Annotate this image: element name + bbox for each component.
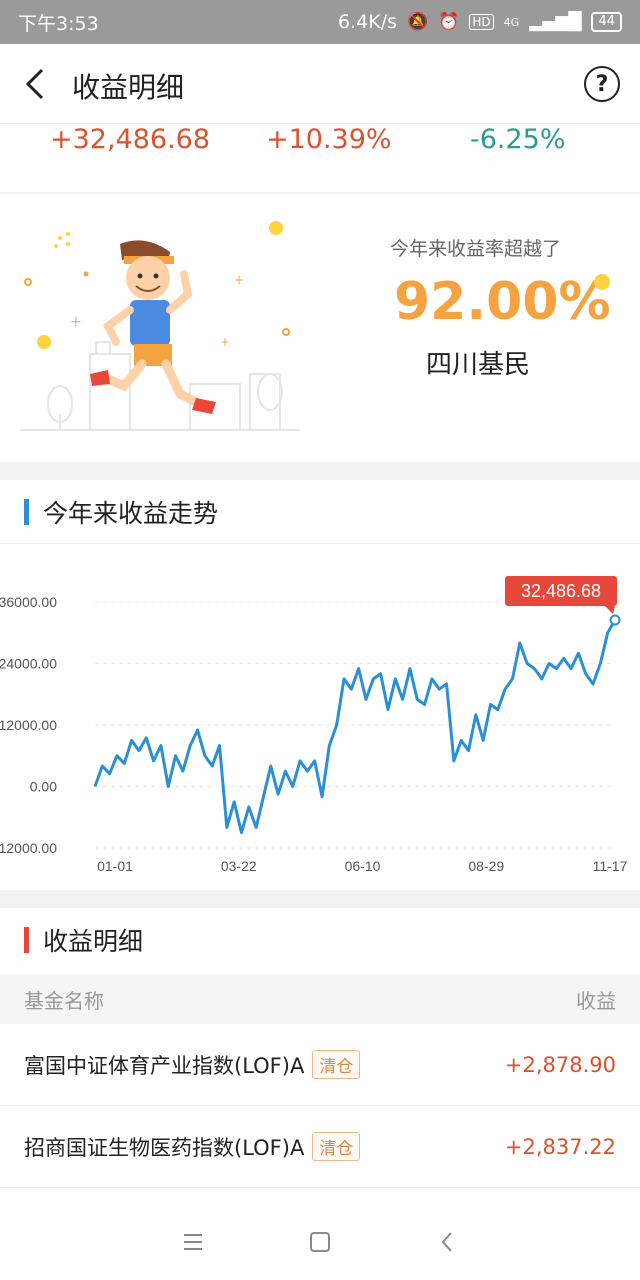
detail-card: 收益明细 基金名称 收益 富国中证体育产业指数(LOF)A 清仓 +2,878.… <box>0 908 640 1204</box>
alarm-icon: ⏰ <box>438 12 460 32</box>
chevron-left-icon <box>441 1232 452 1252</box>
square-icon <box>309 1232 330 1252</box>
x-tick-label: 11-17 <box>593 858 628 874</box>
y-tick-label: -12000.00 <box>0 840 57 856</box>
mute-icon: 🔕 <box>407 12 429 32</box>
status-bar: 下午3:53 6.4K/s 🔕 ⏰ HD 4G ▂▄▆█ 44 <box>0 0 640 44</box>
ranking-percent: 92.00% <box>394 272 611 332</box>
home-button[interactable] <box>300 1222 340 1262</box>
question-icon: ? <box>595 71 609 97</box>
y-tick-label: 36000.00 <box>0 594 57 610</box>
column-fund-name: 基金名称 <box>24 988 104 1013</box>
trend-card: 今年来收益走势 36000.00 24000.00 12000.00 0.00 -120… <box>0 480 640 890</box>
ranking-label: 今年来收益率超越了 <box>390 238 562 260</box>
trend-section-header: 今年来收益走势 <box>0 480 640 544</box>
status-badge: 清仓 <box>312 1132 361 1161</box>
chevron-left-icon <box>25 68 44 100</box>
end-point-marker <box>609 614 621 626</box>
end-value-pointer <box>605 606 615 615</box>
table-row[interactable]: 富国中证体育产业指数(LOF)A 清仓 +2,878.90 <box>0 1024 640 1106</box>
profit-trend-chart[interactable]: 36000.00 24000.00 12000.00 0.00 -12000.00 01-… <box>0 560 640 880</box>
hd-icon: HD <box>469 14 494 30</box>
app-bar: 收益明细 ? <box>0 44 640 124</box>
battery-icon: 44 <box>591 12 622 32</box>
coin-icon <box>594 274 610 290</box>
signal-icon: ▂▄▆█ <box>529 12 582 32</box>
y-tick-label: 24000.00 <box>0 656 57 672</box>
menu-button[interactable] <box>173 1222 213 1262</box>
summary-row: +32,486.68 +10.39% -6.25% <box>0 124 640 192</box>
x-tick-label: 01-01 <box>97 858 133 874</box>
detail-section-header: 收益明细 <box>0 908 640 972</box>
back-button[interactable] <box>22 66 52 102</box>
y-tick-label: 12000.00 <box>0 717 57 733</box>
network-type: 4G <box>503 15 520 29</box>
svg-text:+: + <box>234 273 244 287</box>
trend-section-title: 今年来收益走势 <box>43 498 219 528</box>
x-tick-label: 06-10 <box>345 858 381 874</box>
fund-name: 富国中证体育产业指数(LOF)A <box>24 1053 305 1078</box>
end-value-label: 32,486.68 <box>521 581 601 601</box>
status-icons: 6.4K/s 🔕 ⏰ HD 4G ▂▄▆█ 44 <box>338 11 622 33</box>
svg-text:+: + <box>70 314 82 330</box>
fund-profit: +2,878.90 <box>504 1052 616 1077</box>
fund-profit: +2,837.22 <box>504 1134 616 1159</box>
section-accent-bar <box>24 498 29 525</box>
section-accent-bar <box>24 927 29 953</box>
total-profit-value: +32,486.68 <box>50 124 211 155</box>
nav-back-button[interactable] <box>427 1222 467 1262</box>
ranking-card: + + + + 今年来收益率超越了 92.00% 四川基民 <box>0 194 640 462</box>
status-badge: 清仓 <box>312 1050 361 1079</box>
page-title: 收益明细 <box>72 71 185 104</box>
net-speed: 6.4K/s <box>338 11 398 33</box>
x-tick-label: 03-22 <box>221 858 257 874</box>
menu-icon <box>184 1234 203 1250</box>
x-tick-label: 08-29 <box>468 858 504 874</box>
detail-table-header: 基金名称 收益 <box>0 974 640 1024</box>
table-row[interactable]: 招商国证生物医药指数(LOF)A 清仓 +2,837.22 <box>0 1106 640 1188</box>
help-button[interactable]: ? <box>584 66 620 102</box>
benchmark-rate-value: -6.25% <box>470 124 566 155</box>
runner-illustration: + + + + <box>20 221 300 431</box>
column-profit: 收益 <box>576 988 616 1013</box>
detail-section-title: 收益明细 <box>43 927 144 956</box>
ranking-group: 四川基民 <box>426 350 531 380</box>
return-rate-value: +10.39% <box>266 124 392 155</box>
y-tick-label: 0.00 <box>30 779 57 795</box>
fund-name: 招商国证生物医药指数(LOF)A <box>24 1135 305 1160</box>
status-time: 下午3:53 <box>18 12 99 35</box>
svg-text:+: + <box>220 335 230 349</box>
system-nav-bar <box>0 1204 640 1280</box>
profit-series-line <box>93 619 617 835</box>
